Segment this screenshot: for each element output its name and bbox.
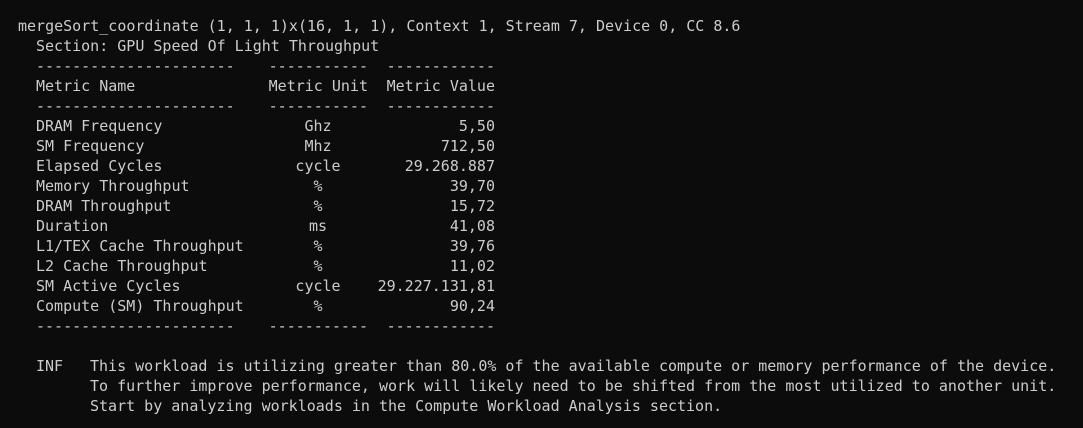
table-separator-top: ---------------------- ----------- -----…	[18, 56, 1083, 76]
info-text: Start by analyzing workloads in the Comp…	[90, 397, 723, 415]
metric-name: DRAM Throughput	[36, 197, 172, 215]
separator-value: ------------	[386, 97, 495, 115]
metric-value: 5,50	[458, 117, 495, 135]
table-row: SM Frequency Mhz 712,50	[18, 136, 1083, 156]
info-line: Start by analyzing workloads in the Comp…	[18, 396, 1083, 416]
section-title-line: Section: GPU Speed Of Light Throughput	[18, 36, 1083, 56]
metric-unit: %	[313, 177, 323, 195]
metric-value: 39,70	[449, 177, 495, 195]
separator-unit: -----------	[268, 57, 368, 75]
metric-name: Duration	[36, 217, 109, 235]
metric-name: SM Active Cycles	[36, 277, 181, 295]
metric-unit: %	[313, 197, 323, 215]
metric-name: L2 Cache Throughput	[36, 257, 208, 275]
metric-value: 39,76	[449, 237, 495, 255]
metric-value: 41,08	[449, 217, 495, 235]
table-row: Duration ms 41,08	[18, 216, 1083, 236]
kernel-info-text: mergeSort_coordinate (1, 1, 1)x(16, 1, 1…	[18, 17, 741, 35]
table-row: DRAM Frequency Ghz 5,50	[18, 116, 1083, 136]
metric-value: 29.227.131,81	[377, 277, 495, 295]
metric-unit: Mhz	[304, 137, 332, 155]
metric-unit: ms	[308, 217, 328, 235]
table-row: SM Active Cycles cycle 29.227.131,81	[18, 276, 1083, 296]
metric-unit: %	[313, 297, 323, 315]
kernel-info-line: mergeSort_coordinate (1, 1, 1)x(16, 1, 1…	[18, 16, 1083, 36]
table-separator-header: ---------------------- ----------- -----…	[18, 96, 1083, 116]
metric-unit: Ghz	[304, 117, 332, 135]
metric-unit: cycle	[295, 277, 341, 295]
metric-value: 15,72	[449, 197, 495, 215]
metric-name: L1/TEX Cache Throughput	[36, 237, 244, 255]
separator-name: ----------------------	[36, 317, 235, 335]
metric-value: 712,50	[440, 137, 495, 155]
table-row: Memory Throughput % 39,70	[18, 176, 1083, 196]
info-text: To further improve performance, work wil…	[90, 377, 1057, 395]
table-row: DRAM Throughput % 15,72	[18, 196, 1083, 216]
metric-value: 29.268.887	[404, 157, 495, 175]
info-line: To further improve performance, work wil…	[18, 376, 1083, 396]
info-tag: INF	[36, 357, 64, 375]
metric-unit: %	[313, 257, 323, 275]
metric-name: Compute (SM) Throughput	[36, 297, 244, 315]
terminal-window[interactable]: mergeSort_coordinate (1, 1, 1)x(16, 1, 1…	[0, 0, 1083, 428]
metric-unit: %	[313, 237, 323, 255]
metric-name: Elapsed Cycles	[36, 157, 163, 175]
info-line: INF This workload is utilizing greater t…	[18, 356, 1083, 376]
column-header-metric-unit: Metric Unit	[268, 77, 368, 95]
separator-value: ------------	[386, 317, 495, 335]
metric-name: DRAM Frequency	[36, 117, 163, 135]
metric-unit: cycle	[295, 157, 341, 175]
table-row: Elapsed Cycles cycle 29.268.887	[18, 156, 1083, 176]
metric-value: 11,02	[449, 257, 495, 275]
table-header-row: Metric Name Metric Unit Metric Value	[18, 76, 1083, 96]
metric-value: 90,24	[449, 297, 495, 315]
column-header-metric-name: Metric Name	[36, 77, 136, 95]
separator-unit: -----------	[268, 317, 368, 335]
separator-value: ------------	[386, 57, 495, 75]
table-separator-bottom: ---------------------- ----------- -----…	[18, 316, 1083, 336]
table-row: L1/TEX Cache Throughput % 39,76	[18, 236, 1083, 256]
column-header-metric-value: Metric Value	[386, 77, 495, 95]
separator-unit: -----------	[268, 97, 368, 115]
separator-name: ----------------------	[36, 57, 235, 75]
table-row: L2 Cache Throughput % 11,02	[18, 256, 1083, 276]
info-text: This workload is utilizing greater than …	[90, 357, 1057, 375]
table-row: Compute (SM) Throughput % 90,24	[18, 296, 1083, 316]
metric-name: Memory Throughput	[36, 177, 190, 195]
info-message: INF This workload is utilizing greater t…	[18, 356, 1083, 416]
separator-name: ----------------------	[36, 97, 235, 115]
section-title-text: Section: GPU Speed Of Light Throughput	[36, 37, 380, 55]
metric-name: SM Frequency	[36, 137, 145, 155]
